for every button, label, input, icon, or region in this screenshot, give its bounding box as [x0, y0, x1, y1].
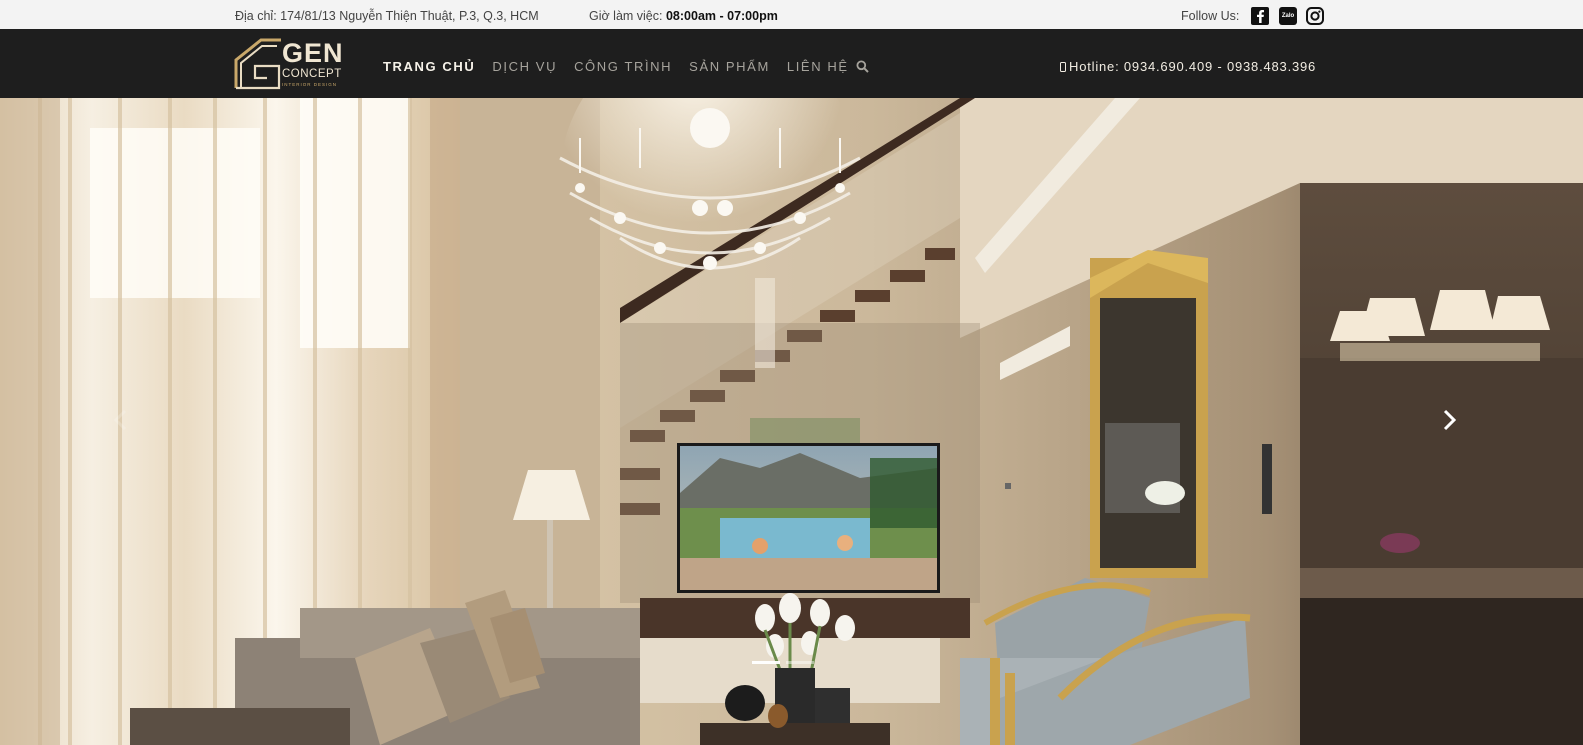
hours-value: 08:00am - 07:00pm	[665, 9, 778, 23]
follow-us-label: Follow Us:	[1181, 9, 1240, 23]
logo-tagline: INTERIOR DESIGN	[282, 82, 338, 87]
nav-item-services[interactable]: DỊCH VỤ	[492, 59, 557, 74]
hero-slider	[0, 98, 1583, 745]
site-header: GEN CONCEPT INTERIOR DESIGN TRANG CHỦ DỊ…	[0, 29, 1583, 98]
hotline-text: Hotline: 0934.690.409 - 0938.483.396	[1069, 59, 1317, 74]
slider-next-arrow[interactable]	[1438, 405, 1462, 435]
top-info-bar: Địa chỉ: 174/81/13 Nguyễn Thiện Thuật, P…	[0, 0, 1583, 29]
hours-label: Giờ làm việc:	[589, 9, 666, 23]
address-text: Địa chỉ: 174/81/13 Nguyễn Thiện Thuật, P…	[235, 9, 539, 23]
slider-dot-1[interactable]	[752, 661, 780, 664]
slider-pagination	[752, 661, 814, 664]
logo-word-gen: GEN	[282, 38, 344, 68]
phone-icon	[1060, 62, 1066, 72]
logo-word-concept: CONCEPT	[282, 68, 342, 80]
search-icon[interactable]	[856, 60, 870, 74]
nav-item-products[interactable]: SẢN PHẨM	[689, 59, 770, 74]
working-hours: Giờ làm việc: 08:00am - 07:00pm	[589, 9, 778, 23]
main-nav: TRANG CHỦ DỊCH VỤ CÔNG TRÌNH SẢN PHẨM LI…	[383, 59, 869, 74]
chevron-right-icon	[1443, 409, 1457, 431]
zalo-icon[interactable]: Zalo	[1279, 7, 1297, 25]
nav-item-contact[interactable]: LIÊN HỆ	[787, 59, 849, 74]
hotline[interactable]: Hotline: 0934.690.409 - 0938.483.396	[1060, 59, 1316, 74]
slider-dot-2[interactable]	[786, 661, 814, 664]
facebook-icon[interactable]	[1251, 7, 1269, 25]
zalo-text: Zalo	[1281, 13, 1295, 19]
nav-item-home[interactable]: TRANG CHỦ	[383, 59, 475, 74]
hero-interior-image	[0, 98, 1583, 745]
instagram-icon[interactable]	[1306, 7, 1324, 25]
logo-house-icon	[234, 38, 281, 90]
site-logo[interactable]: GEN CONCEPT INTERIOR DESIGN	[233, 38, 363, 90]
nav-item-projects[interactable]: CÔNG TRÌNH	[574, 59, 672, 74]
chevron-left-icon	[113, 409, 127, 431]
slider-prev-arrow[interactable]	[108, 405, 132, 435]
